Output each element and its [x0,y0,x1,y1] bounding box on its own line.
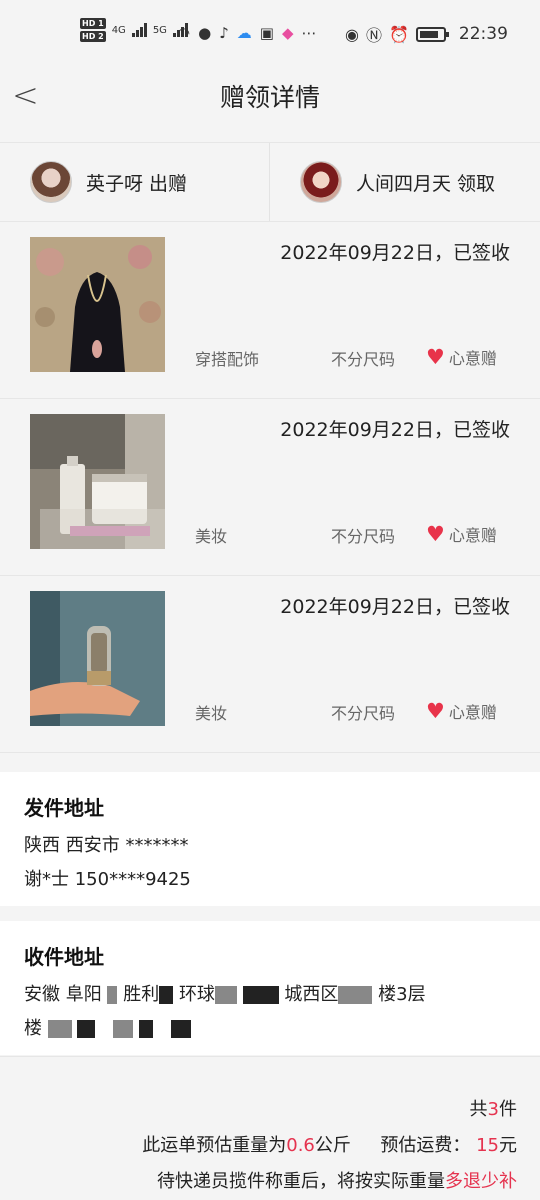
alarm-icon: ⏰ [388,24,409,44]
wechat-icon: ● [198,24,212,42]
heart-icon: ♥ [426,699,445,723]
item-category: 美妆 [195,704,228,723]
receiver-label: 人间四月天 领取 [356,172,496,195]
item-size: 不分尺码 [331,527,396,546]
item-tag: ♥ 心意赠 [426,345,497,369]
redaction [47,1020,72,1038]
count-value: 3 [487,1099,499,1120]
item-tag-label: 心意赠 [448,526,497,545]
weight-note: 待快递员揽件称重后，将按实际重量多退少补 [157,1167,517,1193]
tiktok-icon: ♪ [219,24,229,42]
addr-part: 环球 [178,984,215,1005]
item-image-skincare[interactable] [30,414,165,549]
heart-icon: ♥ [426,522,445,546]
item-date: 2022年09月22日，已签收 [280,242,510,264]
addr-part: 安徽 阜阳 [24,984,102,1005]
signal-icon [131,23,147,37]
item-size: 不分尺码 [331,704,396,723]
item-category: 美妆 [195,527,228,546]
receiver-address-line1: 安徽 阜阳 胜利 环球 城西区 楼3层 [24,978,516,1012]
addr-part: 楼 [24,1018,42,1039]
note-highlight: 多退少补 [445,1171,517,1192]
redaction [170,1020,191,1038]
item-tag: ♥ 心意赠 [426,699,497,723]
more-icon: ⋯ [301,24,317,42]
gallery-icon: ▣ [259,24,274,42]
addr-part: 胜利 [123,984,160,1005]
item-date: 2022年09月22日，已签收 [280,419,510,441]
addr-part: 楼3层 [378,984,426,1005]
list-item[interactable]: 2022年09月22日，已签收 穿搭配饰 不分尺码 ♥ 心意赠 [0,222,540,399]
receiver-avatar[interactable] [300,161,342,203]
parties-row: 英子呀 出赠 人间四月天 领取 [0,142,540,222]
sender-address-card: 发件地址 陕西 西安市 ******* 谢*士 150****9425 [0,772,540,906]
fee-label: 预估运费： [380,1135,471,1156]
item-image-necklace[interactable] [30,237,165,372]
item-date: 2022年09月22日，已签收 [280,596,510,618]
heart-icon: ♥ [426,345,445,369]
redaction [214,986,237,1004]
eye-icon: ◉ [345,24,359,44]
redaction [107,986,118,1004]
system-icons: ◉ Ⓝ ⏰ 22:39 [345,22,508,46]
redaction [113,1020,134,1038]
divider [269,143,270,221]
item-tag-label: 心意赠 [448,703,497,722]
item-tag-label: 心意赠 [448,349,497,368]
network-type-2: 5G [152,24,167,36]
list-item[interactable]: 2022年09月22日，已签收 美妆 不分尺码 ♥ 心意赠 [0,399,540,576]
giver[interactable]: 英子呀 出赠 [30,143,187,221]
receiver-address-title: 收件地址 [24,945,104,969]
sender-contact: 谢*士 150****9425 [24,869,191,890]
receiver-address-line2: 楼 [24,1012,516,1046]
weight-unit: 公斤 [314,1135,351,1156]
item-image-bottle[interactable] [30,591,165,726]
item-size: 不分尺码 [331,350,396,369]
shipping-summary: 共3件 此运单预估重量为0.6公斤 预估运费： 15元 待快递员揽件称重后，将按… [0,1056,540,1200]
giver-avatar[interactable] [30,161,72,203]
page-title: 赠领详情 [219,83,320,112]
addr-part: 城西区 [284,984,339,1005]
cloud-icon: ☁ [236,24,252,42]
giver-label: 英子呀 出赠 [86,172,188,195]
count-prefix: 共 [469,1099,488,1120]
count-suffix: 件 [499,1099,517,1120]
fee-value: 15 [476,1135,499,1156]
hd-badges: HD 1 HD 2 [80,18,106,42]
network-indicators: HD 1 HD 2 4G 5G [80,18,188,42]
list-item[interactable]: 2022年09月22日，已签收 美妆 不分尺码 ♥ 心意赠 [0,576,540,753]
battery-icon [415,26,449,42]
hd1-badge: HD 1 [80,18,106,29]
clock: 22:39 [458,24,508,44]
item-count: 共3件 [470,1095,517,1121]
sender-region: 陕西 西安市 ******* [24,835,189,856]
item-category: 穿搭配饰 [195,350,260,369]
notification-icons: ◠ ● ♪ ☁ ▣ ◆ ⋯ [177,24,317,42]
status-bar: HD 1 HD 2 4G 5G ◠ ● ♪ ☁ ▣ ◆ ⋯ ◉ Ⓝ ⏰ 22:3… [0,0,540,68]
fee-unit: 元 [499,1135,517,1156]
note-prefix: 待快递员揽件称重后，将按实际重量 [157,1171,445,1192]
redaction [159,986,174,1004]
weight-value: 0.6 [286,1135,315,1156]
weight-prefix: 此运单预估重量为 [142,1135,287,1156]
nfc-icon: Ⓝ [365,26,382,45]
weight-and-fee: 此运单预估重量为0.6公斤 预估运费： 15元 [142,1131,517,1157]
receiver[interactable]: 人间四月天 领取 [300,143,495,221]
sender-address-title: 发件地址 [24,796,104,820]
redaction [138,1020,153,1038]
app-icon: ◆ [281,24,294,42]
hd2-badge: HD 2 [80,31,106,42]
redaction [242,986,279,1004]
wifi-icon: ◠ [177,24,191,42]
redaction [77,1020,96,1038]
redaction [338,986,373,1004]
nav-bar: < 赠领详情 [0,68,540,142]
item-tag: ♥ 心意赠 [426,522,497,546]
network-type-1: 4G [111,24,126,36]
receiver-address-card: 收件地址 安徽 阜阳 胜利 环球 城西区 楼3层 楼 [0,921,540,1055]
